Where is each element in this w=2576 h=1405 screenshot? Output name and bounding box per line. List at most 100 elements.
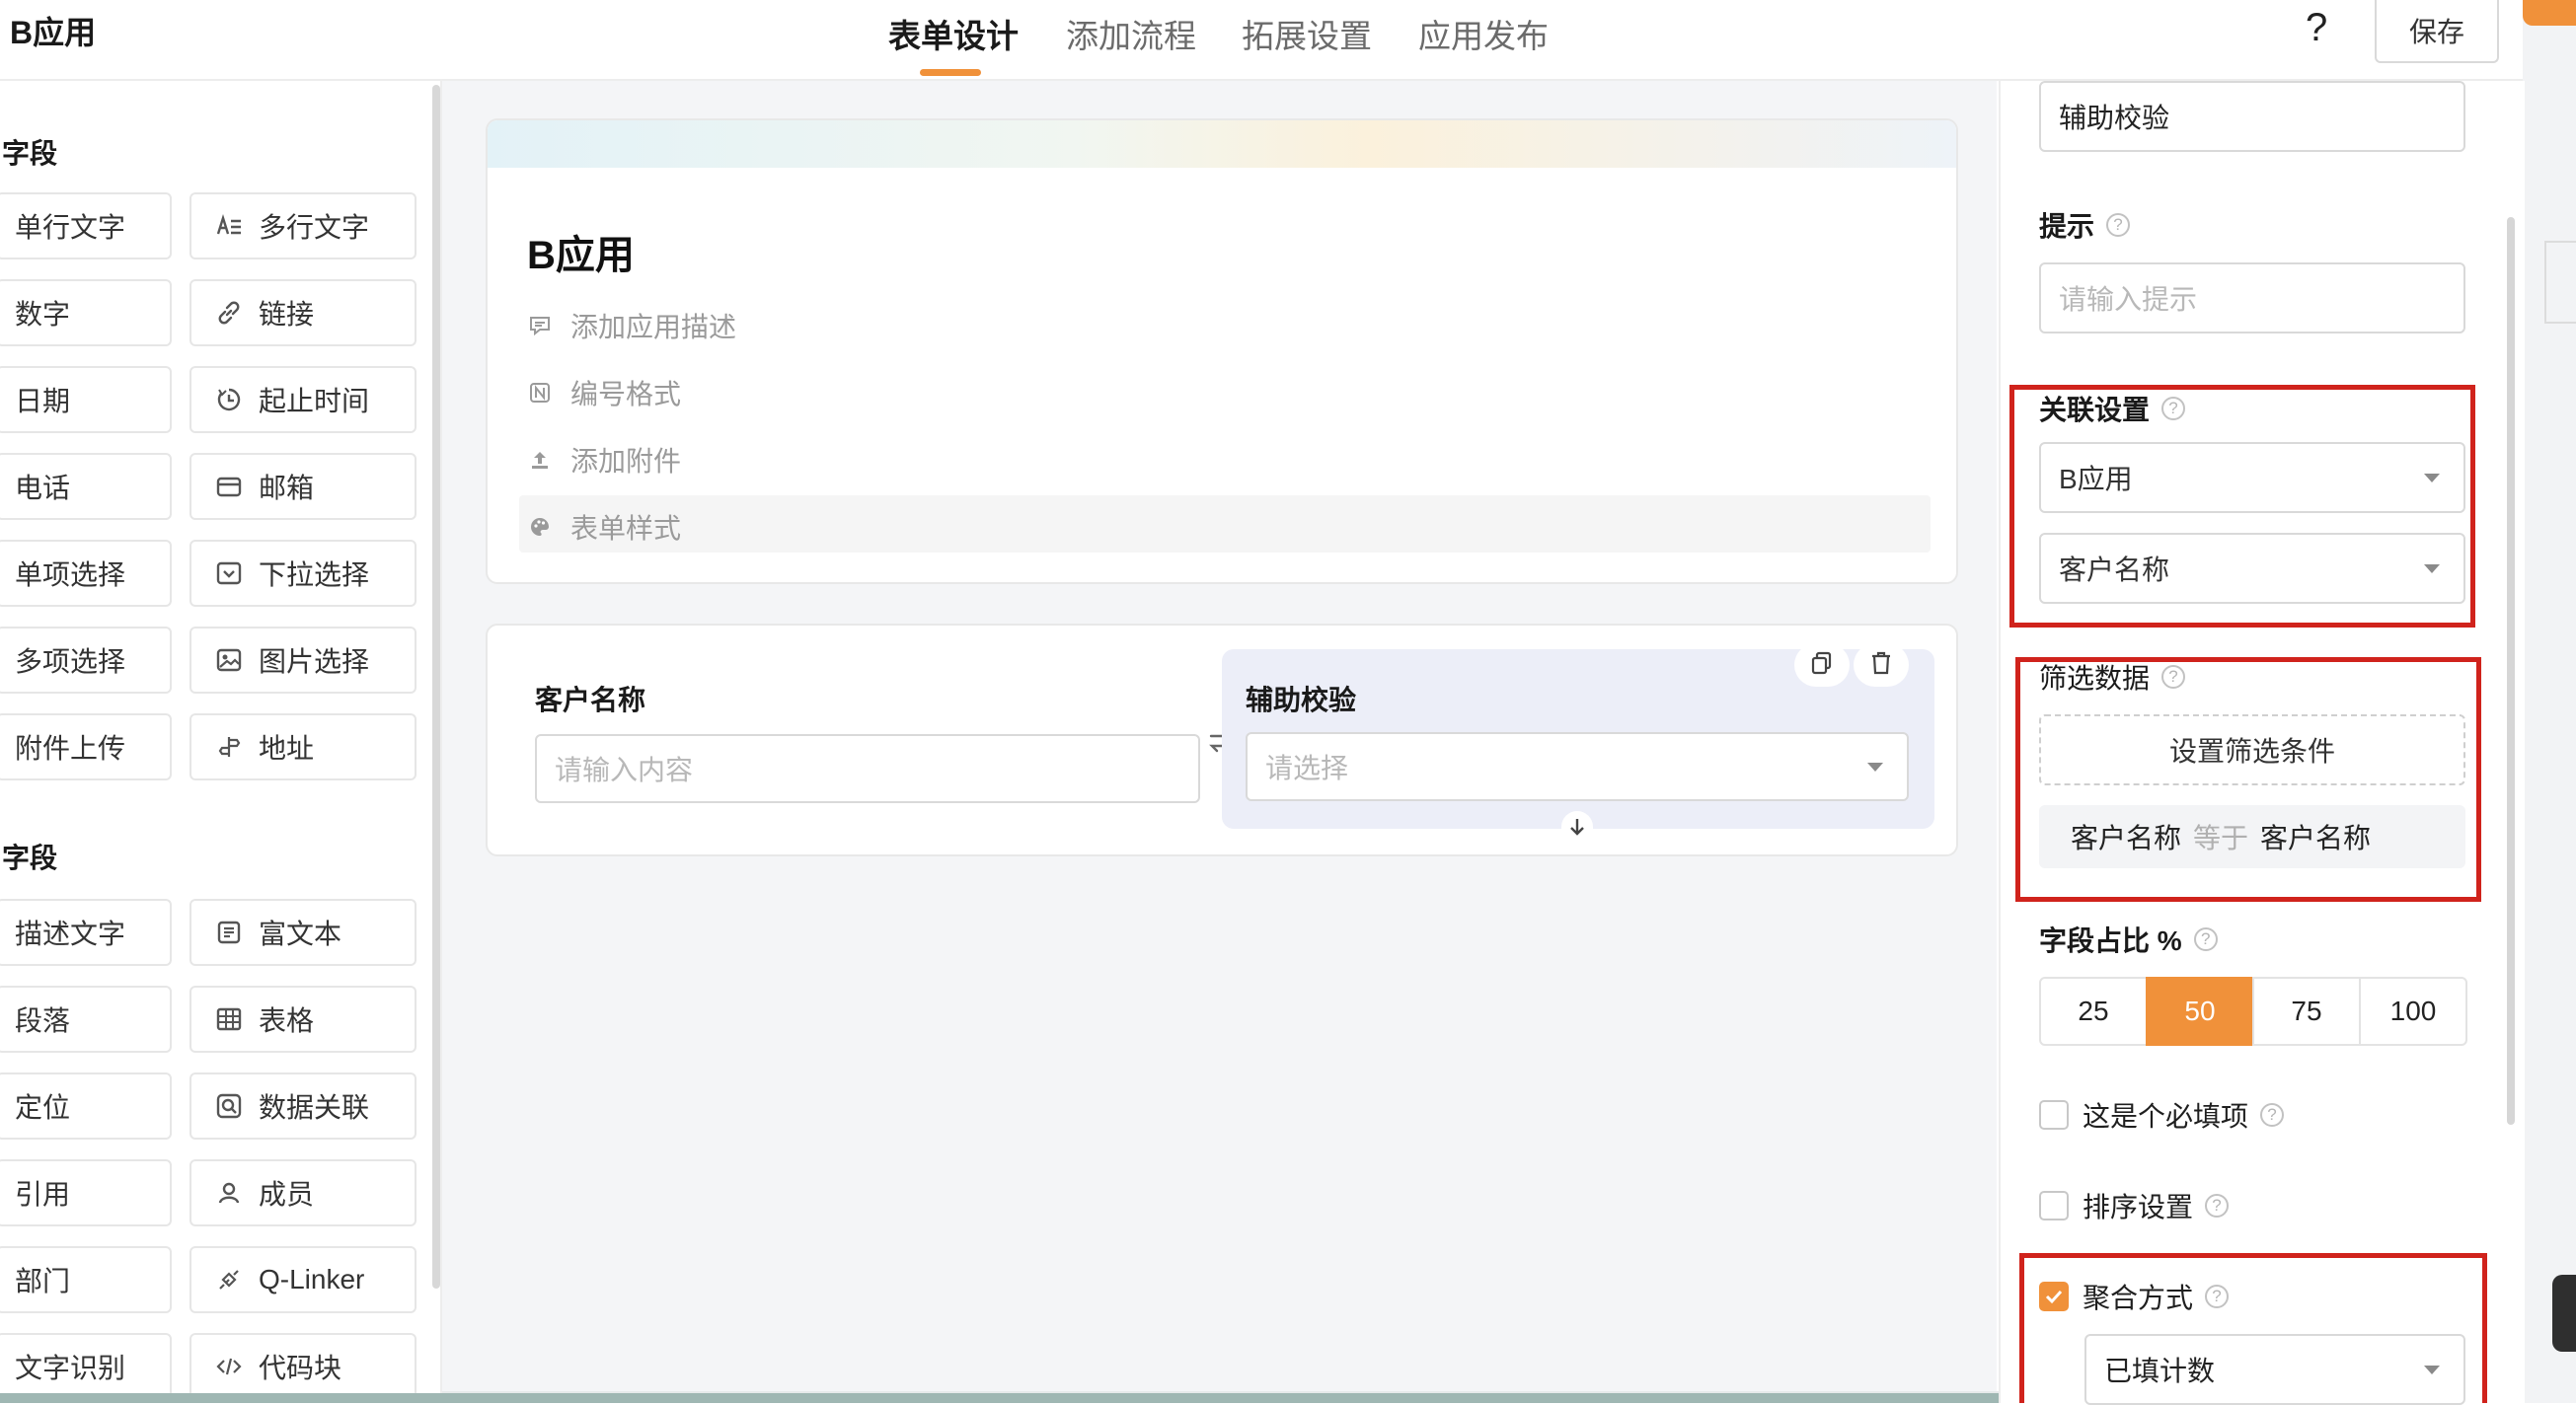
- relation-field-select[interactable]: 客户名称: [2039, 533, 2465, 604]
- required-label: 这是个必填项 ?: [2083, 1095, 2285, 1135]
- field-single-line-text[interactable]: 单行文字: [0, 192, 172, 259]
- chevron-down-icon: [2424, 1365, 2440, 1374]
- chevron-down-icon: [2424, 563, 2440, 573]
- field-table[interactable]: 表格: [189, 986, 417, 1053]
- field-rich-text[interactable]: 富文本: [189, 899, 417, 966]
- palette-icon: [527, 514, 553, 540]
- form-header-card[interactable]: B应用 添加应用描述 编号格式 添加附件 表单样式: [486, 118, 1958, 584]
- link-icon: [213, 297, 245, 329]
- field-multi-choice[interactable]: 多项选择: [0, 627, 172, 694]
- tab-app-publish[interactable]: 应用发布: [1418, 10, 1549, 57]
- form-style-link[interactable]: 表单样式: [527, 507, 681, 547]
- plug-icon: [213, 1264, 245, 1295]
- field-section-title: 字段: [2, 843, 58, 873]
- field-label: 富文本: [259, 919, 342, 949]
- customer-name-input[interactable]: 请输入内容: [535, 734, 1200, 803]
- aux-validation-select[interactable]: 请选择: [1246, 732, 1909, 801]
- background-window-accent: [2523, 0, 2576, 26]
- field-section-title: 字段: [2, 138, 58, 169]
- chevron-down-icon: [1867, 762, 1883, 772]
- add-attachment-link[interactable]: 添加附件: [527, 440, 681, 480]
- relation-field-value: 客户名称: [2059, 555, 2170, 585]
- field-single-choice[interactable]: 单项选择: [0, 540, 172, 607]
- field-phone[interactable]: 电话: [0, 453, 172, 520]
- field-title-input[interactable]: 辅助校验: [2039, 81, 2465, 152]
- save-button[interactable]: 保存: [2375, 0, 2499, 63]
- number-format-link[interactable]: 编号格式: [527, 373, 681, 412]
- field-text-recognition[interactable]: 文字识别: [0, 1333, 172, 1400]
- required-checkbox[interactable]: [2039, 1100, 2069, 1130]
- number-format-icon: [527, 380, 553, 406]
- field-location[interactable]: 定位: [0, 1072, 172, 1140]
- field-label: 部门: [15, 1266, 71, 1296]
- meta-label: 编号格式: [570, 379, 682, 409]
- field-label: 代码块: [259, 1353, 342, 1383]
- field-label: 地址: [259, 733, 315, 764]
- field-q-linker[interactable]: Q-Linker: [189, 1246, 417, 1313]
- field-time-range[interactable]: 起止时间: [189, 366, 417, 433]
- field-date[interactable]: 日期: [0, 366, 172, 433]
- tab-add-workflow[interactable]: 添加流程: [1066, 10, 1196, 57]
- hint-input[interactable]: 请输入提示: [2039, 262, 2465, 333]
- image-icon: [213, 644, 245, 676]
- add-description-link[interactable]: 添加应用描述: [527, 306, 736, 345]
- filter-rule[interactable]: 客户名称 等于 客户名称: [2039, 805, 2465, 868]
- field-member[interactable]: 成员: [189, 1159, 417, 1226]
- field-palette-scrollbar[interactable]: [432, 85, 440, 1289]
- field-attachment-upload[interactable]: 附件上传: [0, 713, 172, 780]
- relation-settings-text: 关联设置: [2039, 395, 2151, 425]
- field-label: 多项选择: [15, 646, 126, 677]
- field-data-relation[interactable]: 数据关联: [189, 1072, 417, 1140]
- field-paragraph[interactable]: 段落: [0, 986, 172, 1053]
- field-department[interactable]: 部门: [0, 1246, 172, 1313]
- field-link[interactable]: 链接: [189, 279, 417, 346]
- field-description-text[interactable]: 描述文字: [0, 899, 172, 966]
- filter-rule-value: 客户名称: [2260, 823, 2372, 853]
- help-circle-icon: ?: [2205, 1194, 2230, 1218]
- sort-checkbox[interactable]: [2039, 1191, 2069, 1220]
- width-option-75[interactable]: 75: [2252, 977, 2361, 1046]
- form-title[interactable]: B应用: [527, 223, 635, 280]
- properties-scrollbar[interactable]: [2507, 217, 2515, 1125]
- background-window-edge: [2523, 0, 2576, 1403]
- field-code-block[interactable]: 代码块: [189, 1333, 417, 1400]
- help-circle-icon: ?: [2205, 1285, 2230, 1308]
- field-dropdown[interactable]: 下拉选择: [189, 540, 417, 607]
- width-option-50[interactable]: 50: [2146, 977, 2254, 1046]
- meta-label: 添加附件: [570, 446, 682, 477]
- delete-field-button[interactable]: [1854, 643, 1909, 687]
- help-circle-icon: ?: [2193, 927, 2218, 951]
- aggregation-text: 聚合方式: [2083, 1283, 2194, 1313]
- field-label: 段落: [15, 1005, 71, 1036]
- tab-extension-settings[interactable]: 拓展设置: [1242, 10, 1372, 57]
- field-label: 单项选择: [15, 559, 126, 590]
- checkmark-icon: [2045, 1290, 2063, 1304]
- copy-field-button[interactable]: [1794, 643, 1850, 687]
- field-number[interactable]: 数字: [0, 279, 172, 346]
- required-text: 这是个必填项: [2083, 1101, 2249, 1132]
- field-email[interactable]: 邮箱: [189, 453, 417, 520]
- field-label: 描述文字: [15, 919, 126, 949]
- map-pin-icon: [213, 731, 245, 763]
- width-option-100[interactable]: 100: [2359, 977, 2467, 1046]
- field-address[interactable]: 地址: [189, 713, 417, 780]
- field-label: 数据关联: [259, 1092, 370, 1123]
- field-label: 引用: [15, 1179, 71, 1210]
- field-label: 定位: [15, 1092, 71, 1123]
- help-icon[interactable]: ?: [2306, 6, 2327, 50]
- field-label: Q-Linker: [259, 1264, 365, 1294]
- set-filter-button[interactable]: 设置筛选条件: [2039, 714, 2465, 785]
- tab-form-design[interactable]: 表单设计: [888, 10, 1019, 57]
- relation-app-select[interactable]: B应用: [2039, 442, 2465, 513]
- aggregation-checkbox[interactable]: [2039, 1282, 2069, 1311]
- field-image-choice[interactable]: 图片选择: [189, 627, 417, 694]
- aggregation-select[interactable]: 已填计数: [2084, 1334, 2465, 1405]
- width-option-25[interactable]: 25: [2039, 977, 2148, 1046]
- data-link-icon: [213, 1090, 245, 1122]
- field-reference[interactable]: 引用: [0, 1159, 172, 1226]
- customer-name-label: 客户名称: [535, 685, 646, 715]
- move-down-button[interactable]: [1561, 811, 1593, 847]
- table-icon: [213, 1003, 245, 1035]
- field-multi-line-text[interactable]: 多行文字: [189, 192, 417, 259]
- comment-icon: [527, 313, 553, 338]
